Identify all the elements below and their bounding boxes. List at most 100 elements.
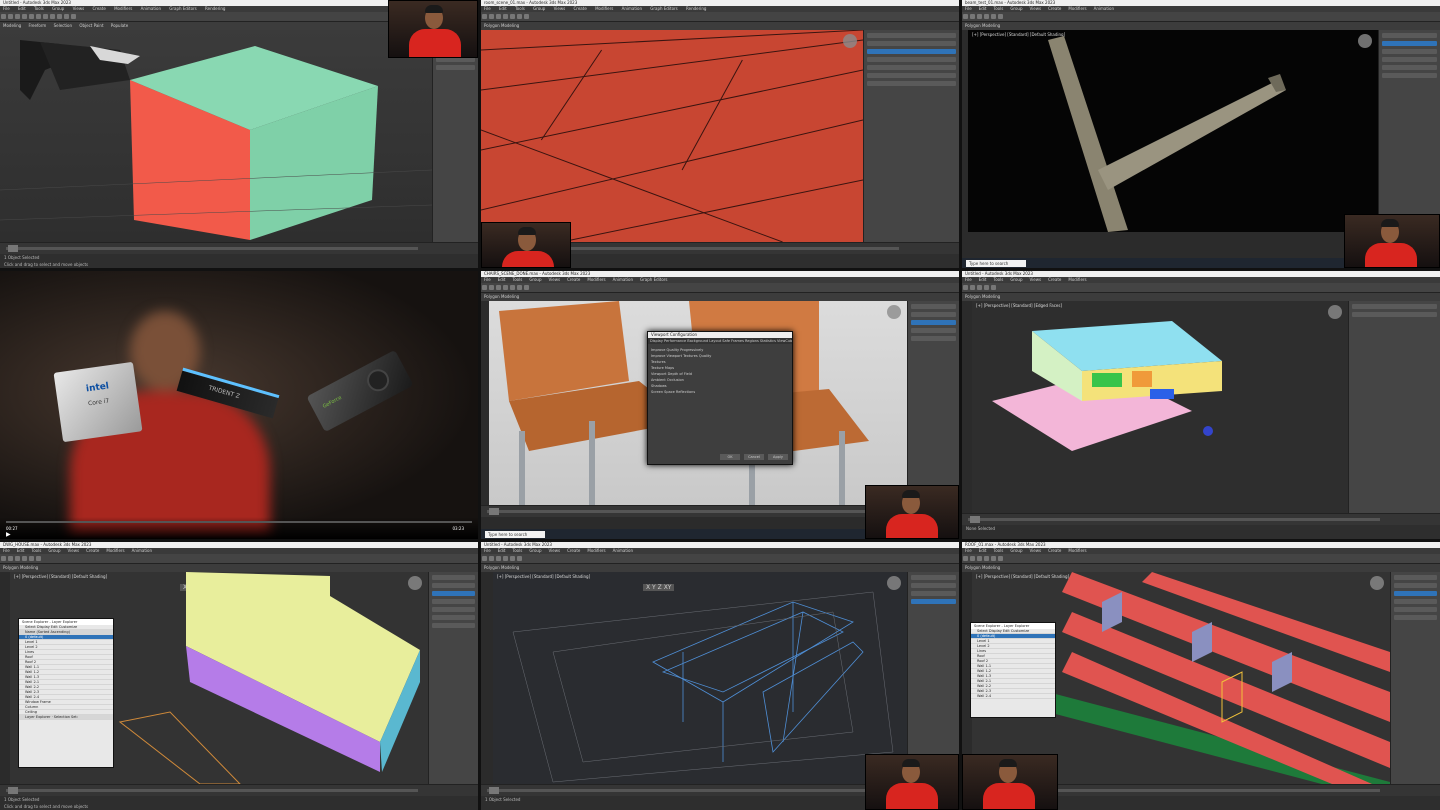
scale-icon[interactable]: [517, 14, 522, 19]
menu-edit[interactable]: Edit: [499, 6, 507, 11]
undo-icon[interactable]: [1, 14, 6, 19]
viewcube-icon[interactable]: [1328, 305, 1342, 319]
command-panel: [428, 572, 478, 784]
viewcube-icon[interactable]: [843, 34, 857, 48]
command-panel: [907, 572, 959, 784]
viewcube-icon[interactable]: [1370, 576, 1384, 590]
edit-polygons-rollout[interactable]: [436, 65, 475, 70]
taskbar-search[interactable]: Type here to search: [966, 259, 1026, 267]
screen-floor-material: room_scene_01.max - Autodesk 3ds Max 202…: [481, 0, 959, 268]
perspective-viewport[interactable]: [+] [Perspective] [Standard] [Default Sh…: [968, 30, 1378, 232]
viewcube-icon[interactable]: [1358, 34, 1372, 48]
redo-icon[interactable]: [489, 14, 494, 19]
rotate-icon[interactable]: [510, 14, 515, 19]
menu-file[interactable]: File: [484, 6, 491, 11]
menu-group[interactable]: Group: [52, 6, 64, 11]
prompt-status: Click and drag to select and move object…: [4, 262, 89, 267]
render-icon[interactable]: [71, 14, 76, 19]
menu-modifiers[interactable]: Modifiers: [114, 6, 132, 11]
perspective-viewport[interactable]: [481, 30, 863, 242]
snap-icon[interactable]: [50, 14, 55, 19]
taskbar-search[interactable]: Type here to search: [485, 530, 545, 538]
menu-create[interactable]: Create: [573, 6, 586, 11]
menu-views[interactable]: Views: [73, 6, 85, 11]
menu-animation[interactable]: Animation: [141, 6, 161, 11]
menu-tools[interactable]: Tools: [34, 6, 44, 11]
instructor-webcam: [865, 485, 959, 539]
tutorial-collage: Untitled - Autodesk 3ds Max 2023 File Ed…: [0, 0, 1440, 810]
gpu-fan: [363, 365, 393, 396]
cpu-chip: intel Core i7: [53, 361, 143, 443]
scene-house: [992, 321, 1222, 451]
time-slider-handle[interactable]: [8, 245, 18, 252]
menu-create[interactable]: Create: [92, 6, 105, 11]
menu-modifiers[interactable]: Modifiers: [595, 6, 613, 11]
time-slider: [0, 784, 478, 796]
gpu-label: GeForce: [321, 394, 343, 410]
video-total-time: 03:23: [452, 526, 464, 531]
command-panel: [1348, 301, 1440, 513]
menu-views[interactable]: Views: [554, 6, 566, 11]
menu-rendering[interactable]: Rendering: [205, 6, 225, 11]
perspective-viewport[interactable]: [+] [Perspective] [Standard] [Edged Face…: [972, 301, 1348, 513]
scene-box: [0, 40, 432, 240]
ribbon: Polygon Modeling: [481, 22, 959, 30]
screen-house-model: Untitled - Autodesk 3ds Max 2023 File Edi…: [962, 271, 1440, 539]
instructor-webcam: [962, 754, 1058, 810]
timeline-track[interactable]: [6, 247, 418, 250]
ribbon: Polygon Modeling: [481, 293, 959, 301]
main-toolbar: [962, 12, 1440, 22]
redo-icon[interactable]: [8, 14, 13, 19]
viewcube-icon[interactable]: [408, 576, 422, 590]
cancel-button[interactable]: Cancel: [744, 454, 764, 460]
menu-tools[interactable]: Tools: [515, 6, 525, 11]
ribbon-tab-object-paint[interactable]: Object Paint: [79, 23, 103, 28]
viewcube-icon[interactable]: [887, 576, 901, 590]
move-icon[interactable]: [503, 14, 508, 19]
main-toolbar: [962, 554, 1440, 564]
screen-chairs-config: CHAIRS_SCENE_DONE.max - Autodesk 3ds Max…: [481, 271, 959, 539]
status-bar: None Selected: [962, 525, 1440, 539]
main-toolbar: [0, 554, 478, 564]
ribbon-tab-populate[interactable]: Populate: [111, 23, 128, 28]
gpu-card: GeForce: [306, 349, 414, 433]
main-toolbar: [481, 554, 959, 564]
option-reflections[interactable]: Screen Space Reflections: [651, 389, 789, 395]
main-toolbar: [481, 283, 959, 293]
perspective-viewport[interactable]: [0, 30, 432, 242]
rotate-icon[interactable]: [36, 14, 41, 19]
menu-graph-editors[interactable]: Graph Editors: [169, 6, 196, 11]
select-icon[interactable]: [496, 14, 501, 19]
command-panel: [907, 301, 959, 513]
apply-button[interactable]: Apply: [768, 454, 788, 460]
menu-edit[interactable]: Edit: [18, 6, 26, 11]
ribbon-tab-freeform[interactable]: Freeform: [28, 23, 46, 28]
perspective-viewport[interactable]: [+] [Perspective] [Standard] [Default Sh…: [493, 572, 907, 784]
viewcube-icon[interactable]: [887, 305, 901, 319]
scene-wireframe-house: [512, 591, 894, 783]
menu-graph-editors[interactable]: Graph Editors: [650, 6, 677, 11]
render-icon[interactable]: [524, 14, 529, 19]
screen-beam: beam_test_01.max - Autodesk 3ds Max 2023…: [962, 0, 1440, 268]
play-icon[interactable]: ▶: [6, 531, 11, 538]
ribbon-tab-modeling[interactable]: Modeling: [3, 23, 21, 28]
dialog-tabs[interactable]: Display Performance Background Layout Sa…: [648, 338, 792, 344]
instructor-webcam: [388, 0, 478, 58]
scale-icon[interactable]: [43, 14, 48, 19]
mirror-icon[interactable]: [57, 14, 62, 19]
video-progress-bar[interactable]: [6, 521, 472, 523]
link-icon[interactable]: [15, 14, 20, 19]
main-toolbar: [962, 283, 1440, 293]
menu-animation[interactable]: Animation: [622, 6, 642, 11]
screen-roof: ROOF_01.max - Autodesk 3ds Max 2023 File…: [962, 542, 1440, 810]
menu-group[interactable]: Group: [533, 6, 545, 11]
move-icon[interactable]: [29, 14, 34, 19]
menu-file[interactable]: File: [3, 6, 10, 11]
undo-icon[interactable]: [482, 14, 487, 19]
ok-button[interactable]: OK: [720, 454, 740, 460]
selection-status: 1 Object Selected: [4, 255, 40, 260]
select-icon[interactable]: [22, 14, 27, 19]
menu-rendering[interactable]: Rendering: [686, 6, 706, 11]
align-icon[interactable]: [64, 14, 69, 19]
ribbon-tab-selection[interactable]: Selection: [54, 23, 72, 28]
